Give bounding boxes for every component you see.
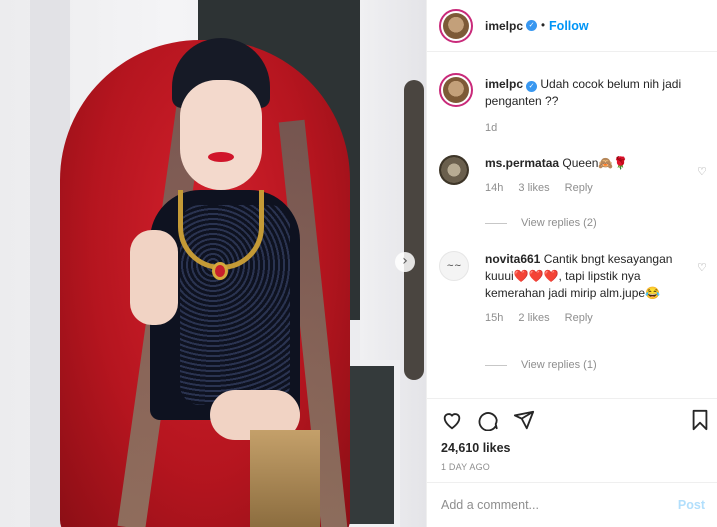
add-comment-bar: Post: [427, 482, 717, 527]
view-replies-line: [485, 364, 507, 366]
avatar[interactable]: [439, 73, 473, 107]
bookmark-icon[interactable]: [689, 409, 711, 431]
verified-badge-icon: ✓: [526, 20, 538, 31]
chevron-right-icon[interactable]: ›: [395, 252, 415, 272]
comment-meta: 15h 2 likes Reply: [485, 310, 683, 327]
post-actions: 24,610 likes 1 DAY AGO: [427, 398, 717, 480]
comment-time[interactable]: 15h: [485, 312, 503, 324]
comment-time[interactable]: 14h: [485, 182, 503, 194]
comment-likes[interactable]: 3 likes: [518, 182, 549, 194]
photo-pendant: [212, 262, 228, 280]
share-icon[interactable]: [513, 409, 535, 431]
heart-icon[interactable]: ♡: [697, 165, 709, 178]
heart-icon[interactable]: [441, 409, 463, 431]
caption-body: imelpc ✓ Udah cocok belum nih jadi pengan…: [485, 76, 683, 137]
view-replies-button[interactable]: View replies (1): [485, 359, 597, 371]
comment-text: Queen🙈🌹: [562, 156, 629, 170]
view-replies-label[interactable]: View replies (2): [521, 217, 597, 229]
photo-skirt: [250, 430, 320, 527]
avatar[interactable]: [439, 8, 473, 43]
post-header: imelpc ✓ • Follow: [427, 0, 717, 52]
view-replies-label[interactable]: View replies (1): [521, 359, 597, 371]
header-separator: •: [541, 19, 546, 32]
photo-face: [180, 80, 262, 190]
caption-time[interactable]: 1d: [485, 122, 497, 134]
comments-list[interactable]: imelpc ✓ Udah cocok belum nih jadi pengan…: [427, 53, 717, 398]
comment-likes[interactable]: 2 likes: [518, 312, 549, 324]
heart-icon[interactable]: ♡: [697, 261, 709, 274]
reply-button[interactable]: Reply: [565, 312, 593, 324]
caption-username[interactable]: imelpc: [485, 77, 523, 91]
view-replies-button[interactable]: View replies (2): [485, 217, 597, 229]
comment-username[interactable]: ms.permataa: [485, 156, 559, 170]
comment-username[interactable]: novita661: [485, 252, 540, 266]
photo-lips: [208, 152, 234, 162]
caption-meta: 1d: [485, 120, 683, 137]
follow-button[interactable]: Follow: [549, 19, 589, 33]
post-photo[interactable]: ›: [0, 0, 426, 527]
post-button[interactable]: Post: [678, 498, 705, 512]
comment-icon[interactable]: [477, 409, 499, 431]
reply-button[interactable]: Reply: [565, 182, 593, 194]
instagram-post-view: › imelpc ✓ • Follow imelpc ✓ Udah cocok b…: [0, 0, 717, 527]
post-side-panel: imelpc ✓ • Follow imelpc ✓ Udah cocok bel…: [426, 0, 717, 527]
view-replies-line: [485, 222, 507, 224]
comment-body: ms.permataa Queen🙈🌹 14h 3 likes Reply: [485, 155, 683, 197]
comment-body: novita661 Cantik bngt kesayangan kuuui❤️…: [485, 251, 683, 327]
comment-meta: 14h 3 likes Reply: [485, 180, 683, 197]
avatar[interactable]: ~~: [439, 251, 469, 281]
photo-hand-left: [130, 230, 178, 325]
likes-count[interactable]: 24,610 likes: [441, 441, 703, 455]
photo-bg-handle: [404, 80, 424, 380]
comment-input[interactable]: [441, 498, 678, 512]
action-icons: [441, 407, 708, 433]
header-username[interactable]: imelpc: [485, 19, 523, 33]
header-user: imelpc ✓ • Follow: [485, 19, 589, 33]
post-timestamp[interactable]: 1 DAY AGO: [441, 462, 703, 472]
verified-badge-icon: ✓: [526, 81, 538, 92]
avatar[interactable]: [439, 155, 469, 185]
